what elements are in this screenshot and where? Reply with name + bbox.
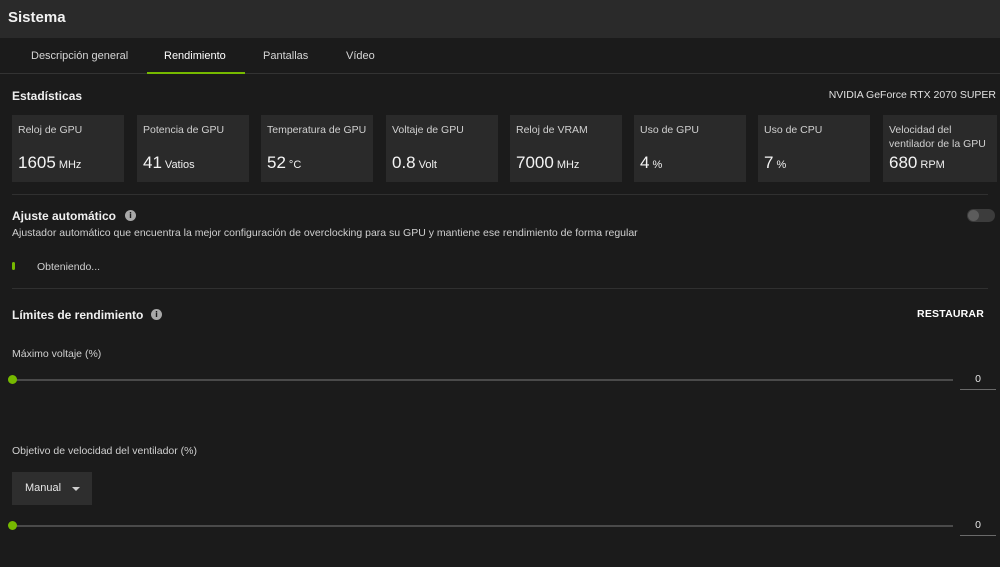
slider-thumb[interactable]	[8, 521, 17, 530]
fan-mode-dropdown[interactable]: Manual	[12, 472, 92, 505]
stat-label: Uso de GPU	[640, 124, 699, 136]
stat-value: 1605	[18, 153, 56, 172]
stat-label: Reloj de VRAM	[516, 124, 588, 136]
stat-value: 41	[143, 153, 162, 172]
auto-tune-description: Ajustador automático que encuentra la me…	[12, 227, 638, 239]
max-voltage-value[interactable]: 0	[960, 372, 996, 390]
stat-unit: MHz	[58, 159, 82, 171]
title-bar: Sistema	[0, 0, 1000, 38]
loading-spinner-icon	[12, 262, 15, 270]
restore-button[interactable]: RESTAURAR	[917, 308, 984, 320]
tab-video[interactable]: Vídeo	[346, 50, 375, 62]
max-voltage-slider[interactable]	[8, 375, 953, 384]
stat-card-gpu-temperature: Temperatura de GPU 52 °C	[261, 115, 373, 182]
stat-value: 0.8	[392, 153, 416, 172]
stat-unit: °C	[288, 159, 302, 171]
stat-card-gpu-power: Potencia de GPU 41 Vatios	[137, 115, 249, 182]
stat-card-cpu-usage: Uso de CPU 7%	[758, 115, 870, 182]
chevron-down-icon	[72, 487, 80, 491]
stat-value: 7	[764, 153, 774, 172]
stat-unit: %	[776, 159, 787, 171]
tab-performance[interactable]: Rendimiento	[164, 50, 226, 62]
stat-label: Velocidad del ventilador de la GPU	[889, 124, 986, 150]
divider	[12, 194, 988, 195]
stat-label: Reloj de GPU	[18, 124, 83, 136]
stat-label: Uso de CPU	[764, 124, 823, 136]
stat-label: Voltaje de GPU	[392, 124, 464, 136]
stat-value: 4	[640, 153, 650, 172]
gpu-name: NVIDIA GeForce RTX 2070 SUPER	[828, 89, 996, 101]
auto-tune-status: Obteniendo...	[37, 261, 101, 273]
fan-mode-value: Manual	[25, 482, 62, 494]
stat-card-fan-speed: Velocidad del ventilador de la GPU 680 RP…	[883, 115, 997, 182]
stat-label: Potencia de GPU	[143, 124, 225, 136]
max-voltage-label: Máximo voltaje (%)	[12, 348, 102, 360]
auto-tune-toggle[interactable]	[967, 209, 995, 222]
stat-card-vram-clock: Reloj de VRAM 7000 MHz	[510, 115, 622, 182]
toggle-knob	[968, 210, 979, 221]
stat-card-gpu-voltage: Voltaje de GPU 0.8 Volt	[386, 115, 498, 182]
stat-unit: Volt	[418, 159, 437, 171]
stats-heading: Estadísticas	[12, 89, 83, 103]
stat-card-gpu-usage: Uso de GPU 4%	[634, 115, 746, 182]
stat-unit: MHz	[556, 159, 580, 171]
stat-value: 7000	[516, 153, 554, 172]
window-title: Sistema	[8, 9, 66, 26]
stat-card-gpu-clock: Reloj de GPU 1605 MHz	[12, 115, 124, 182]
info-icon[interactable]: i	[125, 210, 136, 221]
stat-value: 680	[889, 153, 918, 172]
fan-target-label: Objetivo de velocidad del ventilador (%)	[12, 445, 198, 457]
fan-target-value[interactable]: 0	[960, 518, 996, 536]
info-icon[interactable]: i	[151, 309, 162, 320]
divider	[12, 288, 988, 289]
limits-heading: Límites de rendimiento	[12, 308, 144, 322]
stat-unit: %	[652, 159, 663, 171]
tab-overview[interactable]: Descripción general	[31, 50, 128, 62]
slider-thumb[interactable]	[8, 375, 17, 384]
stat-unit: Vatios	[164, 159, 195, 171]
tab-displays[interactable]: Pantallas	[263, 50, 308, 62]
stat-unit: RPM	[920, 159, 945, 171]
tab-bar: Descripción general Rendimiento Pantalla…	[0, 38, 1000, 74]
stat-value: 52	[267, 153, 286, 172]
stat-label: Temperatura de GPU	[267, 124, 367, 136]
auto-tune-heading: Ajuste automático	[12, 209, 117, 223]
fan-target-slider[interactable]	[8, 521, 953, 530]
active-tab-indicator	[147, 72, 245, 74]
